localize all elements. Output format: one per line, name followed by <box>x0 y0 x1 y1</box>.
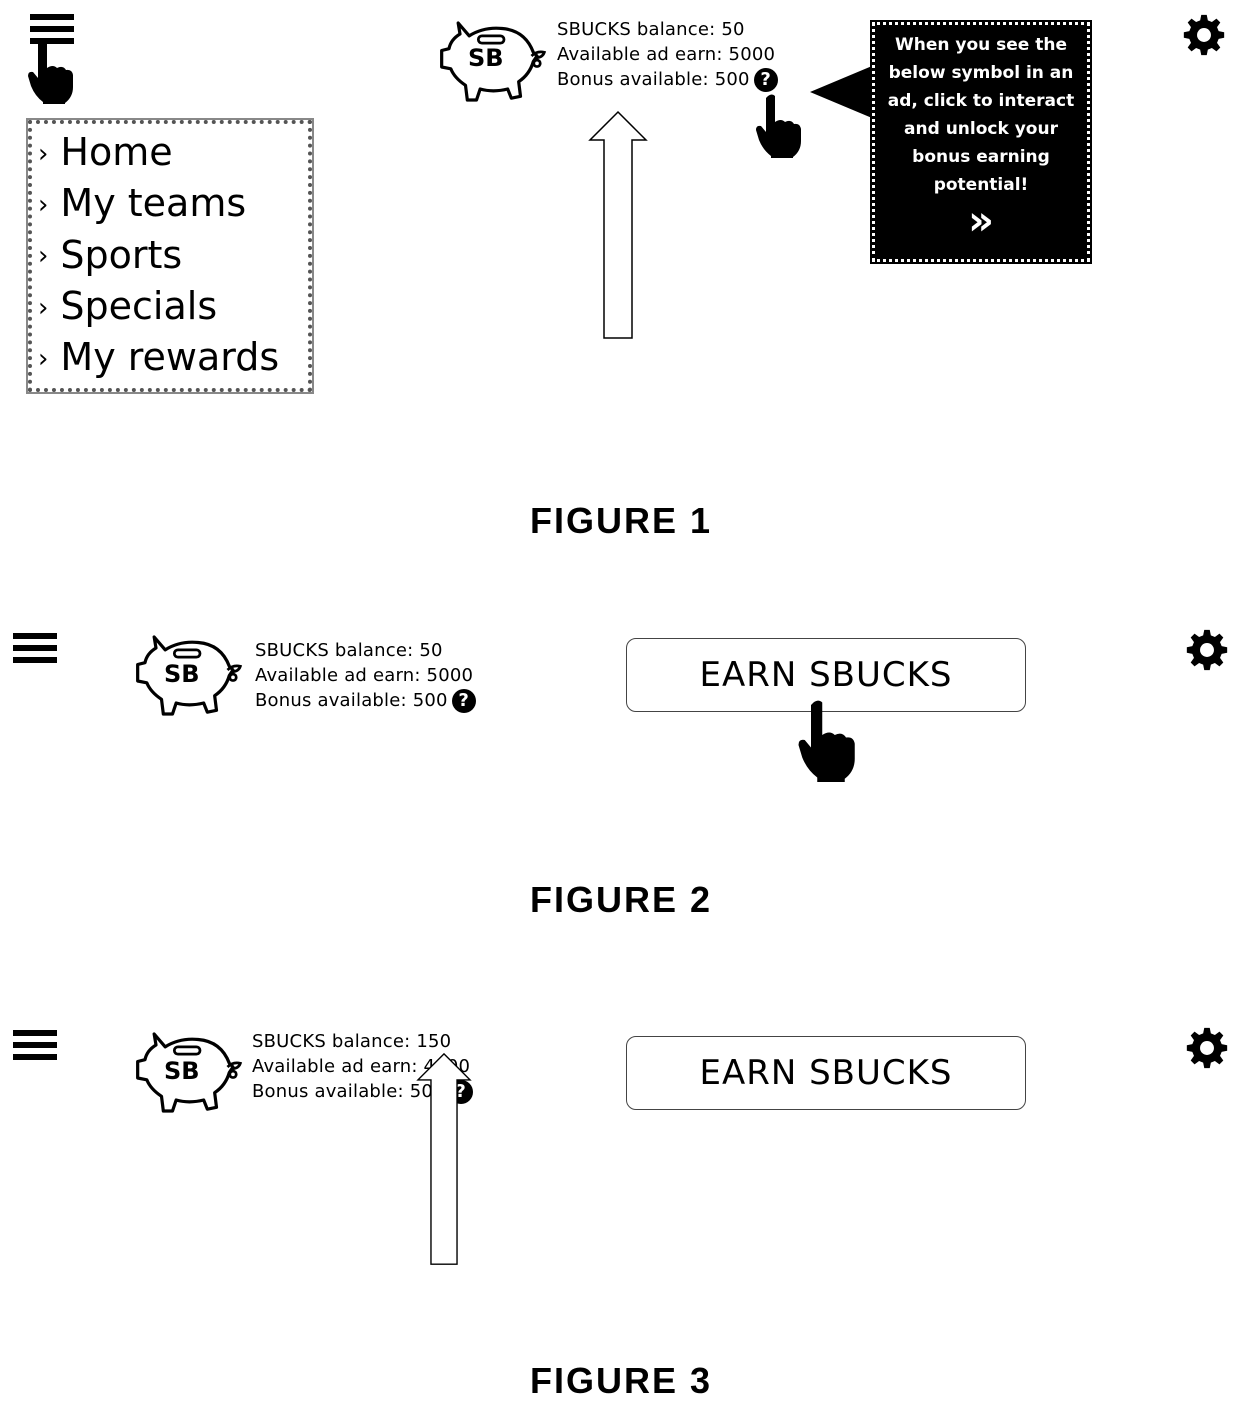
gear-icon[interactable] <box>1182 13 1226 57</box>
logo-text: SB <box>164 1057 200 1085</box>
earn-sbucks-label: EARN SBUCKS <box>699 655 953 695</box>
menu-item-my-rewards[interactable]: › My rewards <box>38 333 302 384</box>
tooltip-line: When you see the <box>894 35 1068 55</box>
piggy-bank-logo: SB <box>134 628 244 727</box>
menu-item-home[interactable]: › Home <box>38 128 302 179</box>
ad-earn-text: Available ad earn: 5000 <box>255 665 474 686</box>
ad-earn-text: Available ad earn: 5000 <box>557 44 776 65</box>
up-arrow-icon <box>588 108 648 342</box>
figure-label: FIGURE 2 <box>530 879 713 920</box>
gear-icon[interactable] <box>1185 1026 1229 1070</box>
tooltip-line: and unlock your <box>904 119 1058 139</box>
pointing-hand-icon <box>796 698 856 782</box>
menu-item-my-teams[interactable]: › My teams <box>38 179 302 230</box>
menu-item-label: Specials <box>60 283 218 328</box>
hamburger-bar <box>13 1042 57 1048</box>
piggy-bank-logo: SB <box>438 14 548 113</box>
tooltip-line: below symbol in an <box>888 63 1074 83</box>
sbucks-stats: SBUCKS balance: 50 Available ad earn: 50… <box>255 638 476 713</box>
piggy-bank-logo: SB <box>134 1025 244 1124</box>
hamburger-bar <box>30 14 74 20</box>
bonus-text: Bonus available: 500 <box>557 69 750 90</box>
balance-text: SBUCKS balance: 50 <box>557 19 745 40</box>
earn-sbucks-button[interactable]: EARN SBUCKS <box>626 1036 1026 1110</box>
hamburger-bar <box>13 645 57 651</box>
menu-item-label: My teams <box>60 181 247 226</box>
balance-text: SBUCKS balance: 50 <box>255 640 443 661</box>
figure-label: FIGURE 3 <box>530 1360 713 1401</box>
logo-text: SB <box>164 660 200 688</box>
hamburger-bar <box>30 26 74 32</box>
hamburger-bar <box>13 633 57 639</box>
menu-item-label: Home <box>60 130 173 174</box>
menu-item-sports[interactable]: › Sports <box>38 231 302 282</box>
help-icon[interactable]: ? <box>753 68 778 92</box>
nav-menu: › Home › My teams › Sports › Specials › My re… <box>26 117 314 395</box>
bonus-symbol-icon: » <box>968 198 994 244</box>
bonus-text: Bonus available: 500 <box>255 690 448 711</box>
logo-text: SB <box>468 44 504 72</box>
gear-icon[interactable] <box>1185 628 1229 672</box>
hamburger-bar <box>13 1054 57 1060</box>
chevron-right-icon: › <box>38 292 49 323</box>
chevron-right-icon: › <box>38 343 49 374</box>
menu-item-specials[interactable]: › Specials <box>38 282 302 333</box>
sbucks-stats: SBUCKS balance: 50 Available ad earn: 50… <box>557 17 778 92</box>
tooltip-line: bonus earning <box>912 147 1050 167</box>
up-arrow-icon <box>414 1052 474 1266</box>
earn-sbucks-label: EARN SBUCKS <box>699 1053 953 1093</box>
pointing-hand-icon <box>754 94 802 158</box>
menu-item-label: Sports <box>60 232 183 277</box>
bonus-tooltip: When you see the below symbol in an ad, … <box>870 20 1092 264</box>
tooltip-line: ad, click to interact <box>887 91 1075 111</box>
hamburger-bar <box>13 657 57 663</box>
pointing-hand-icon <box>26 40 74 104</box>
figure-label: FIGURE 1 <box>530 500 713 541</box>
menu-item-label: My rewards <box>60 335 280 379</box>
tooltip-line: potential! <box>933 175 1029 195</box>
tooltip-pointer <box>810 66 872 118</box>
hamburger-menu-button[interactable] <box>13 633 57 669</box>
chevron-right-icon: › <box>38 190 49 220</box>
chevron-right-icon: › <box>38 138 49 169</box>
hamburger-bar <box>13 1030 57 1036</box>
balance-text: SBUCKS balance: 150 <box>252 1031 452 1052</box>
chevron-right-icon: › <box>38 241 49 272</box>
help-icon[interactable]: ? <box>451 689 476 713</box>
hamburger-menu-button[interactable] <box>13 1030 57 1066</box>
